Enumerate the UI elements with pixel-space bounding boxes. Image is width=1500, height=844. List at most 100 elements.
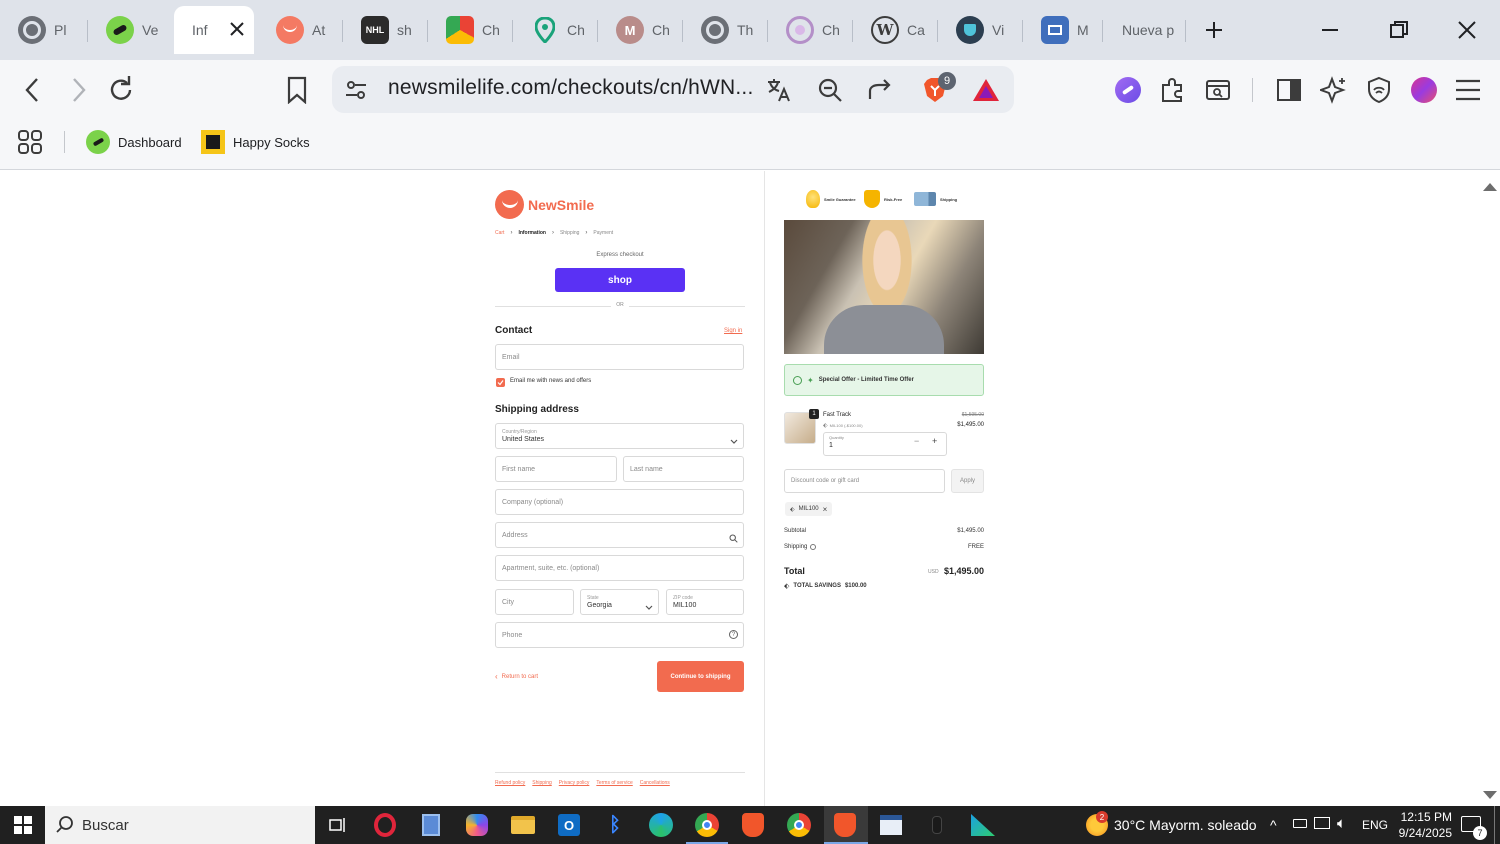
tab-at[interactable]: At: [258, 10, 343, 50]
tab-m[interactable]: M: [1023, 10, 1108, 50]
wallet-button[interactable]: [1202, 74, 1234, 106]
task-view-button[interactable]: [322, 811, 352, 839]
brave-rewards-button[interactable]: [970, 74, 1002, 106]
company-field[interactable]: Company (optional): [495, 489, 744, 515]
apps-button[interactable]: [14, 126, 46, 158]
apply-button[interactable]: Apply: [951, 469, 984, 493]
share-icon: [868, 79, 891, 99]
new-tab-button[interactable]: [1197, 14, 1231, 46]
email-field[interactable]: Email: [495, 344, 744, 370]
reload-button[interactable]: [105, 74, 137, 106]
calculator-app[interactable]: [416, 811, 446, 839]
zip-field[interactable]: ZIP code MIL100: [666, 589, 744, 615]
tab-ca[interactable]: W Ca: [853, 10, 938, 50]
chevron-up-icon[interactable]: ^: [1270, 817, 1277, 833]
first-name-field[interactable]: First name: [495, 456, 617, 482]
sign-in-link[interactable]: Sign in: [724, 328, 742, 334]
tab-nueva[interactable]: Nueva p: [1104, 10, 1184, 50]
cancellations-link[interactable]: Cancellations: [640, 780, 670, 786]
terms-of-service-link[interactable]: Terms of service: [596, 780, 632, 786]
apartment-field[interactable]: Apartment, suite, etc. (optional): [495, 555, 744, 581]
shipping-policy-link[interactable]: Shipping: [532, 780, 551, 786]
edge-app[interactable]: [646, 811, 676, 839]
menu-button[interactable]: [1452, 74, 1484, 106]
last-name-field[interactable]: Last name: [623, 456, 744, 482]
plus-icon[interactable]: +: [932, 436, 937, 446]
close-window-button[interactable]: [1450, 14, 1484, 46]
app-triangle[interactable]: [968, 811, 998, 839]
brave-app-2[interactable]: [830, 811, 860, 839]
tab-ch-2[interactable]: Ch: [513, 10, 598, 50]
forward-button[interactable]: [62, 74, 94, 106]
close-tab-icon[interactable]: [230, 21, 244, 39]
continue-to-shipping-button[interactable]: Continue to shipping: [657, 661, 744, 692]
show-desktop-button[interactable]: [1494, 806, 1495, 844]
leo-ai-button[interactable]: [1318, 74, 1350, 106]
restore-button[interactable]: [1382, 14, 1416, 46]
bookmark-icon: [287, 76, 307, 104]
tab-ch-1[interactable]: Ch: [428, 10, 513, 50]
remove-code-icon[interactable]: ×: [823, 505, 828, 514]
extension-button[interactable]: [1112, 74, 1144, 106]
chrome-app-2[interactable]: [784, 811, 814, 839]
newsletter-checkbox[interactable]: [496, 378, 505, 387]
outlook-app[interactable]: O: [554, 811, 584, 839]
weather-text[interactable]: 30°C Mayorm. soleado: [1114, 817, 1257, 833]
battery-icon[interactable]: [1293, 819, 1307, 828]
minimize-button[interactable]: [1313, 14, 1347, 46]
breadcrumb-cart[interactable]: Cart: [495, 230, 504, 236]
address-field[interactable]: Address: [495, 522, 744, 548]
clock-time[interactable]: 12:15 PM: [1396, 810, 1452, 824]
bookmark-dashboard[interactable]: Dashboard: [86, 128, 182, 156]
tab-ch-3[interactable]: M Ch: [598, 10, 683, 50]
help-icon[interactable]: [810, 544, 817, 550]
city-field[interactable]: City: [495, 589, 574, 615]
back-button[interactable]: [17, 74, 49, 106]
refund-policy-link[interactable]: Refund policy: [495, 780, 525, 786]
tab-sh[interactable]: NHL sh: [343, 10, 428, 50]
bookmark-button[interactable]: [281, 74, 313, 106]
language-indicator[interactable]: ENG: [1362, 818, 1388, 832]
volume-icon[interactable]: 🔈︎: [1337, 815, 1346, 832]
minus-icon[interactable]: −: [914, 436, 919, 446]
tab-ve[interactable]: Ve: [88, 10, 173, 50]
privacy-policy-link[interactable]: Privacy policy: [559, 780, 590, 786]
clock-date[interactable]: 9/24/2025: [1390, 826, 1452, 840]
bluetooth-button[interactable]: ᛒ: [600, 811, 630, 839]
tab-ch-4[interactable]: Ch: [768, 10, 853, 50]
site-settings-button[interactable]: [340, 74, 372, 106]
tab-pl[interactable]: Pl: [0, 10, 85, 50]
network-icon[interactable]: [1314, 817, 1330, 829]
brand-logo[interactable]: NewSmile: [495, 190, 594, 219]
opera-app[interactable]: [370, 811, 400, 839]
shop-pay-button[interactable]: shop: [555, 268, 685, 292]
share-button[interactable]: [864, 74, 896, 106]
file-explorer-app[interactable]: [508, 811, 538, 839]
app-window[interactable]: [876, 811, 906, 839]
copilot-app[interactable]: [462, 811, 492, 839]
vpn-button[interactable]: [1363, 74, 1395, 106]
brave-app-1[interactable]: [738, 811, 768, 839]
start-button[interactable]: [8, 811, 38, 839]
discount-code-input[interactable]: Discount code or gift card: [784, 469, 945, 493]
extensions-menu-button[interactable]: [1157, 74, 1189, 106]
tab-vi[interactable]: Vi: [938, 10, 1023, 50]
phone-field[interactable]: Phone: [495, 622, 744, 648]
zoom-button[interactable]: [814, 74, 846, 106]
url-text[interactable]: newsmilelife.com/checkouts/cn/hWN...: [388, 76, 753, 100]
bookmark-happy-socks[interactable]: Happy Socks: [201, 128, 310, 156]
translate-button[interactable]: [763, 74, 795, 106]
profile-button[interactable]: [1408, 74, 1440, 106]
sidebar-button[interactable]: [1273, 74, 1305, 106]
tab-inf[interactable]: Inf: [174, 6, 254, 54]
app-dark[interactable]: [922, 811, 952, 839]
help-icon[interactable]: ?: [729, 630, 738, 639]
return-to-cart-link[interactable]: ‹ Return to cart: [495, 672, 538, 681]
footer-divider: [495, 772, 745, 773]
quantity-value[interactable]: 1: [829, 442, 833, 449]
chrome-app[interactable]: [692, 811, 722, 839]
tab-th[interactable]: Th: [683, 10, 768, 50]
scroll-down-button[interactable]: [1483, 788, 1497, 799]
scroll-up-button[interactable]: [1483, 178, 1497, 191]
country-select[interactable]: Country/Region United States: [495, 423, 744, 449]
